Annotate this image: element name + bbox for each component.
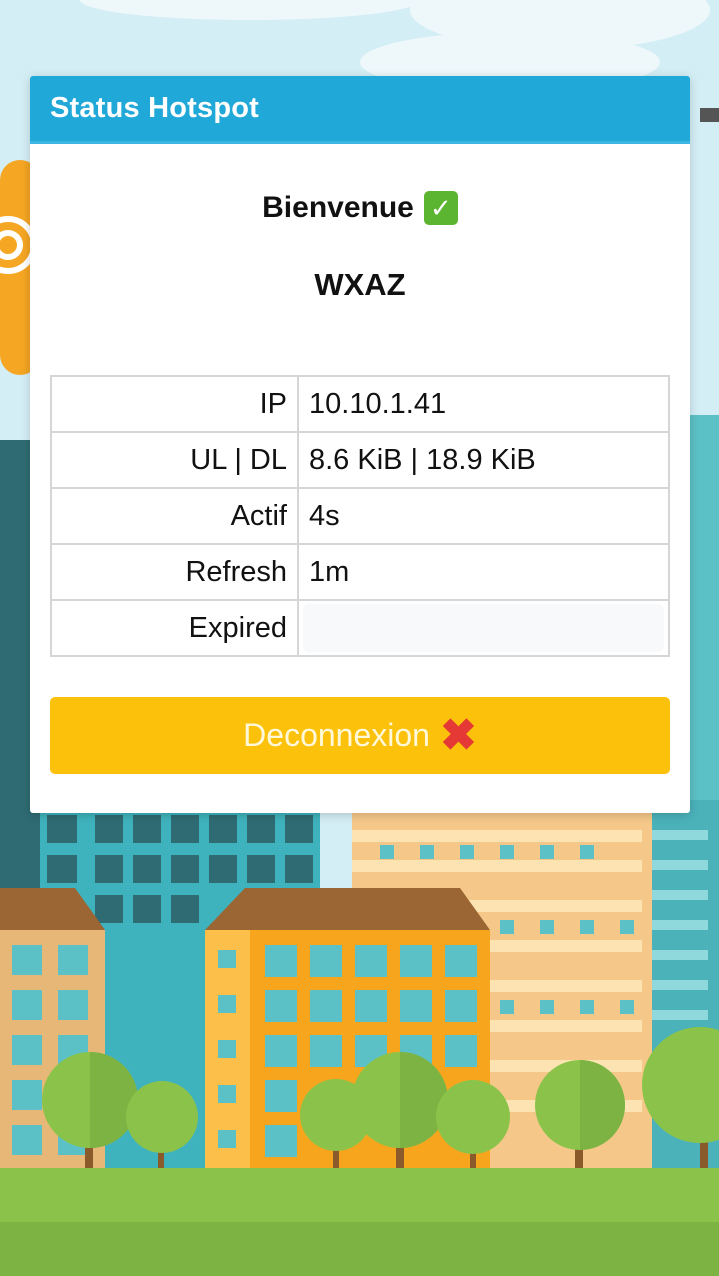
status-table: IP 10.10.1.41 UL | DL 8.6 KiB | 18.9 KiB… [50, 375, 670, 657]
expired-value-cell [297, 599, 670, 657]
expired-value [303, 604, 664, 652]
welcome-text: Bienvenue [262, 191, 414, 224]
table-row: IP 10.10.1.41 [50, 375, 670, 433]
refresh-label: Refresh [50, 543, 299, 601]
traffic-value: 8.6 KiB | 18.9 KiB [297, 431, 670, 489]
active-label: Actif [50, 487, 299, 545]
logout-button[interactable]: Deconnexion ✖ [50, 697, 670, 774]
table-row: Refresh 1m [50, 543, 670, 601]
status-card: Status Hotspot Bienvenue ✓ WXAZ IP 10.10… [30, 76, 690, 813]
logout-label: Deconnexion [243, 717, 430, 753]
ip-value: 10.10.1.41 [297, 375, 670, 433]
username: WXAZ [314, 267, 406, 302]
check-mark-icon: ✓ [423, 191, 458, 225]
refresh-value: 1m [297, 543, 670, 601]
table-row: Expired [50, 599, 670, 657]
expired-label: Expired [50, 599, 299, 657]
traffic-label: UL | DL [50, 431, 299, 489]
welcome-line: Bienvenue ✓ [30, 189, 690, 227]
ip-label: IP [50, 375, 299, 433]
cross-mark-icon: ✖ [439, 710, 477, 760]
card-header: Status Hotspot [30, 76, 690, 144]
table-row: Actif 4s [50, 487, 670, 545]
table-row: UL | DL 8.6 KiB | 18.9 KiB [50, 431, 670, 489]
card-title: Status Hotspot [50, 92, 260, 124]
active-value: 4s [297, 487, 670, 545]
